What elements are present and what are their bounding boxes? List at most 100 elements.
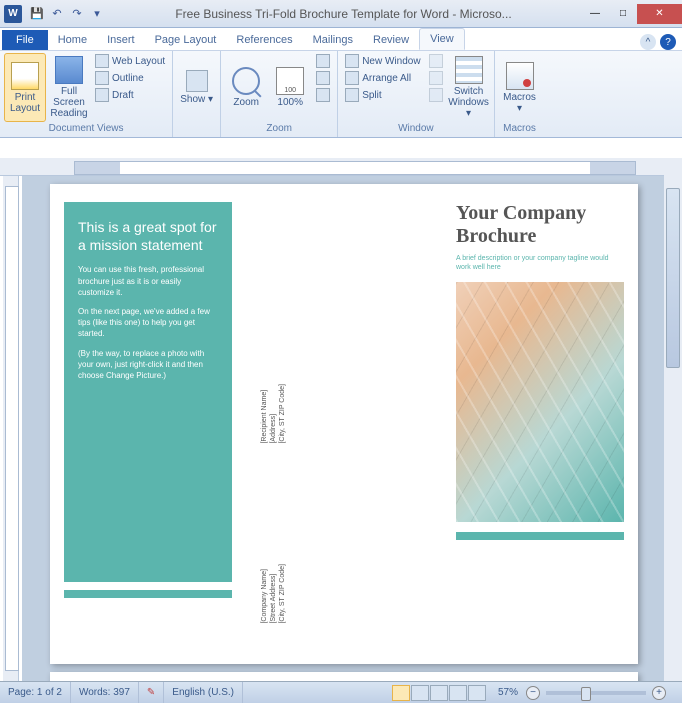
zoom-icon — [232, 67, 260, 95]
outline-button[interactable]: Outline — [92, 70, 168, 86]
tab-home[interactable]: Home — [48, 30, 97, 50]
print-layout-icon — [11, 62, 39, 90]
view-shortcuts — [388, 685, 490, 701]
tab-references[interactable]: References — [226, 30, 302, 50]
full-screen-reading-button[interactable]: Full Screen Reading — [48, 53, 90, 122]
mission-p3[interactable]: (By the way, to replace a photo with you… — [78, 348, 218, 382]
language-indicator[interactable]: English (U.S.) — [164, 682, 243, 703]
mission-statement-box[interactable]: This is a great spot for a mission state… — [64, 202, 232, 582]
reading-icon — [55, 56, 83, 84]
brochure-tagline[interactable]: A brief description or your company tagl… — [456, 254, 624, 272]
page-1[interactable]: This is a great spot for a mission state… — [50, 184, 638, 664]
ribbon: Print Layout Full Screen Reading Web Lay… — [0, 51, 682, 138]
close-button[interactable]: ✕ — [637, 4, 682, 24]
window-title: Free Business Tri-Fold Brochure Template… — [106, 7, 581, 21]
brochure-photo[interactable] — [456, 282, 624, 522]
macros-button[interactable]: Macros ▾ — [499, 53, 541, 122]
teal-accent-bar-2 — [456, 532, 624, 540]
show-button[interactable]: Show ▾ — [177, 53, 216, 122]
company-address[interactable]: [Company Name] [Street Address] [City, S… — [260, 564, 287, 624]
sync-scroll-button — [426, 70, 446, 86]
redo-button[interactable]: ↷ — [68, 5, 86, 23]
title-bar: W 💾 ↶ ↷ ▾ Free Business Tri-Fold Brochur… — [0, 0, 682, 28]
brochure-panel-3[interactable]: Your Company Brochure A brief descriptio… — [442, 184, 638, 664]
teal-accent-bar-1 — [64, 590, 232, 598]
qat-customize-icon[interactable]: ▾ — [88, 5, 106, 23]
group-label-window: Window — [342, 122, 489, 135]
group-label-views: Document Views — [4, 122, 168, 135]
mission-heading[interactable]: This is a great spot for a mission state… — [78, 218, 218, 254]
tab-mailings[interactable]: Mailings — [303, 30, 363, 50]
vertical-ruler[interactable] — [3, 176, 19, 681]
file-tab[interactable]: File — [2, 30, 48, 50]
minimize-ribbon-icon[interactable]: ^ — [640, 34, 656, 50]
document-workspace[interactable]: This is a great spot for a mission state… — [22, 176, 664, 681]
one-page-icon — [316, 54, 330, 68]
draft-button[interactable]: Draft — [92, 87, 168, 103]
outline-icon — [95, 71, 109, 85]
one-page-button[interactable] — [313, 53, 333, 69]
proofing-icon: ✎ — [147, 687, 155, 698]
word-count[interactable]: Words: 397 — [71, 682, 139, 703]
print-layout-button[interactable]: Print Layout — [4, 53, 46, 122]
zoom-in-button[interactable]: + — [652, 686, 666, 700]
vertical-scrollbar[interactable] — [664, 158, 682, 681]
reset-window-icon — [429, 88, 443, 102]
proofing-button[interactable]: ✎ — [139, 682, 164, 703]
group-show: Show ▾ Show — [173, 51, 221, 137]
new-window-button[interactable]: New Window — [342, 53, 423, 69]
brochure-panel-2[interactable]: [Recipient Name] [Address] [City, ST ZIP… — [246, 184, 442, 664]
zoom-out-button[interactable]: − — [526, 686, 540, 700]
zoom-level[interactable]: 57% — [490, 682, 526, 703]
tab-page-layout[interactable]: Page Layout — [145, 30, 227, 50]
draft-icon — [95, 88, 109, 102]
tab-view[interactable]: View — [419, 28, 465, 50]
scroll-thumb[interactable] — [666, 188, 680, 368]
two-pages-button[interactable] — [313, 70, 333, 86]
page-2-peek[interactable] — [50, 672, 638, 681]
mission-p2[interactable]: On the next page, we've added a few tips… — [78, 306, 218, 340]
group-zoom: Zoom 100 100% Zoom — [221, 51, 338, 137]
minimize-button[interactable]: — — [581, 4, 609, 24]
view-side-by-side-button — [426, 53, 446, 69]
group-document-views: Print Layout Full Screen Reading Web Lay… — [0, 51, 173, 137]
tab-review[interactable]: Review — [363, 30, 419, 50]
view-print-layout[interactable] — [392, 685, 410, 701]
view-outline[interactable] — [449, 685, 467, 701]
maximize-button[interactable]: □ — [609, 4, 637, 24]
web-layout-button[interactable]: Web Layout — [92, 53, 168, 69]
brochure-title[interactable]: Your Company Brochure — [456, 202, 624, 248]
horizontal-ruler[interactable] — [44, 158, 646, 176]
switch-windows-button[interactable]: Switch Windows ▾ — [448, 53, 490, 122]
macros-icon — [506, 62, 534, 90]
split-icon — [345, 88, 359, 102]
reset-window-button — [426, 87, 446, 103]
arrange-all-button[interactable]: Arrange All — [342, 70, 423, 86]
show-icon — [186, 70, 208, 92]
view-draft[interactable] — [468, 685, 486, 701]
recipient-address[interactable]: [Recipient Name] [Address] [City, ST ZIP… — [260, 384, 287, 444]
zoom-button[interactable]: Zoom — [225, 53, 267, 122]
brochure-panel-1[interactable]: This is a great spot for a mission state… — [50, 184, 246, 664]
quick-access-toolbar: 💾 ↶ ↷ ▾ — [28, 5, 106, 23]
mission-p1[interactable]: You can use this fresh, professional bro… — [78, 264, 218, 298]
group-label-zoom: Zoom — [225, 122, 333, 135]
page-width-button[interactable] — [313, 87, 333, 103]
group-macros: Macros ▾ Macros — [495, 51, 545, 137]
switch-windows-icon — [455, 56, 483, 84]
view-full-screen[interactable] — [411, 685, 429, 701]
arrange-all-icon — [345, 71, 359, 85]
page-indicator[interactable]: Page: 1 of 2 — [0, 682, 71, 703]
tab-insert[interactable]: Insert — [97, 30, 145, 50]
save-button[interactable]: 💾 — [28, 5, 46, 23]
help-icon[interactable]: ? — [660, 34, 676, 50]
view-web[interactable] — [430, 685, 448, 701]
hundred-percent-icon: 100 — [276, 67, 304, 95]
undo-button[interactable]: ↶ — [48, 5, 66, 23]
group-label-macros: Macros — [499, 122, 541, 135]
status-bar: Page: 1 of 2 Words: 397 ✎ English (U.S.)… — [0, 681, 682, 703]
zoom-slider[interactable] — [546, 691, 646, 695]
split-button[interactable]: Split — [342, 87, 423, 103]
web-layout-icon — [95, 54, 109, 68]
zoom-100-button[interactable]: 100 100% — [269, 53, 311, 122]
